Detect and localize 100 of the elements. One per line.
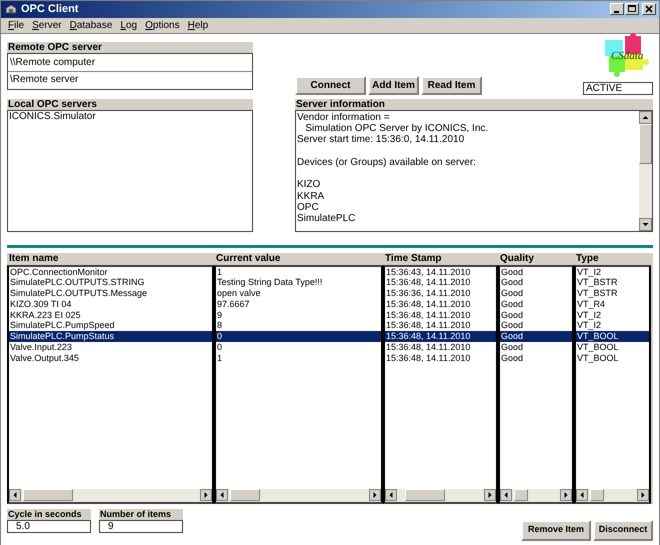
table-cell[interactable]: Good bbox=[500, 298, 572, 310]
scroll-right-icon[interactable] bbox=[369, 489, 381, 501]
table-cell[interactable]: SimulatePLC.PumpSpeed bbox=[9, 320, 212, 332]
table-cell[interactable]: Good bbox=[500, 277, 572, 288]
table-cell[interactable]: 15:36:48, 14.11.2010 bbox=[385, 320, 496, 332]
table-cell[interactable]: 15:36:36, 14.11.2010 bbox=[385, 288, 496, 299]
button[interactable]: Connect bbox=[295, 76, 366, 94]
table-cell[interactable]: VT_R4 bbox=[576, 298, 649, 310]
table-cell[interactable]: Good bbox=[500, 352, 572, 364]
column-list[interactable]: VT_I2 VT_BSTR VT_BSTR VT_R4 VT_I2 VT_I2 VT_BOOL VT_BOOL VT_BOOL bbox=[574, 264, 651, 504]
scroll-thumb[interactable] bbox=[23, 489, 73, 501]
table-cell[interactable]: 15:36:48, 14.11.2010 bbox=[385, 342, 496, 353]
table-cell[interactable]: VT_BOOL bbox=[576, 352, 649, 364]
maximize-button[interactable] bbox=[625, 3, 639, 16]
table-cell[interactable]: open valve bbox=[216, 288, 381, 299]
table-cell[interactable]: OPC.ConnectionMonitor bbox=[9, 266, 212, 278]
table-cell[interactable]: 15:36:48, 14.11.2010 bbox=[385, 352, 496, 364]
table-cell[interactable]: VT_BSTR bbox=[576, 288, 649, 299]
menu-item[interactable]: Server bbox=[32, 18, 62, 32]
table-cell[interactable]: SimulatePLC.OUTPUTS.Message bbox=[9, 288, 212, 299]
input-field[interactable]: 9 bbox=[99, 520, 183, 532]
table-cell[interactable]: 15:36:48, 14.11.2010 bbox=[385, 310, 496, 320]
table-cell[interactable]: Good bbox=[500, 342, 572, 353]
scroll-thumb[interactable] bbox=[590, 489, 604, 501]
scroll-thumb[interactable] bbox=[405, 489, 445, 501]
horizontal-scrollbar[interactable] bbox=[385, 488, 496, 502]
table-cell[interactable]: VT_I2 bbox=[576, 310, 649, 320]
horizontal-scrollbar[interactable] bbox=[500, 488, 572, 502]
scroll-thumb[interactable] bbox=[514, 489, 528, 501]
scroll-down-icon[interactable] bbox=[639, 218, 652, 230]
close-button[interactable] bbox=[642, 3, 656, 16]
column-header[interactable]: Item name bbox=[7, 252, 214, 264]
table-cell[interactable]: 8 bbox=[216, 320, 381, 332]
scroll-left-icon[interactable] bbox=[500, 489, 512, 501]
horizontal-scrollbar[interactable] bbox=[216, 488, 381, 502]
menu-item[interactable]: Help bbox=[188, 18, 208, 32]
table-cell[interactable]: 1 bbox=[216, 352, 381, 364]
scroll-right-icon[interactable] bbox=[637, 489, 649, 501]
table-cell[interactable]: Good bbox=[500, 331, 572, 342]
column-header[interactable]: Time Stamp bbox=[383, 252, 498, 264]
table-cell[interactable]: VT_I2 bbox=[576, 266, 649, 278]
table-cell[interactable]: 15:36:48, 14.11.2010 bbox=[385, 298, 496, 310]
scroll-left-icon[interactable] bbox=[9, 489, 21, 501]
group-header: Remote OPC server bbox=[7, 42, 253, 52]
button[interactable]: Remove Item bbox=[521, 520, 591, 540]
scroll-left-icon[interactable] bbox=[216, 489, 228, 501]
button[interactable]: Disconnect bbox=[593, 520, 653, 540]
table-cell[interactable]: VT_BOOL bbox=[576, 331, 649, 342]
table-cell[interactable]: Good bbox=[500, 320, 572, 332]
table-cell[interactable]: KKRA.223 EI 025 bbox=[9, 310, 212, 320]
vertical-scrollbar[interactable] bbox=[639, 110, 652, 230]
table-cell[interactable]: 1 bbox=[216, 266, 381, 278]
server-list[interactable]: ICONICS.Simulator bbox=[7, 110, 253, 232]
scroll-thumb[interactable] bbox=[639, 124, 652, 164]
scroll-up-icon[interactable] bbox=[639, 110, 652, 124]
table-cell[interactable]: KIZO.309 TI 04 bbox=[9, 298, 212, 310]
table-cell[interactable]: Good bbox=[500, 288, 572, 299]
table-cell[interactable]: 15:36:48, 14.11.2010 bbox=[385, 331, 496, 342]
input-field[interactable]: \\Remote computer bbox=[8, 54, 252, 72]
column-list[interactable]: 15:36:43, 14.11.2010 15:36:48, 14.11.2010 15:36:36, 14.11.2010 15:36:48, 14.11.2010 15:36:48, 14.11.2010 15:36:48, 14.11.2010 15:36:48, 14.11.2010 15:36:48, 14.11.2010 15:36:48, 14.11.2010 bbox=[383, 264, 498, 504]
minimize-button[interactable] bbox=[610, 3, 624, 16]
input-field[interactable]: 5.0 bbox=[7, 520, 91, 532]
menu-item[interactable]: Options bbox=[145, 18, 180, 32]
column-list[interactable]: 1 Testing String Data Type!!! open valve 97.6667 9 8 0 0 1 bbox=[214, 264, 383, 504]
horizontal-scrollbar[interactable] bbox=[576, 488, 649, 502]
horizontal-scrollbar[interactable] bbox=[9, 488, 212, 502]
menu-item[interactable]: Log bbox=[120, 18, 138, 32]
column-header[interactable]: Type bbox=[574, 252, 651, 264]
column-list[interactable]: Good Good Good Good Good Good Good Good Good bbox=[498, 264, 574, 504]
table-cell[interactable]: Valve.Output.345 bbox=[9, 352, 212, 364]
table-cell[interactable]: 15:36:43, 14.11.2010 bbox=[385, 266, 496, 278]
table-cell[interactable]: VT_BOOL bbox=[576, 342, 649, 353]
table-cell[interactable]: Testing String Data Type!!! bbox=[216, 277, 381, 288]
table-cell[interactable]: Good bbox=[500, 266, 572, 278]
table-cell[interactable]: 0 bbox=[216, 342, 381, 353]
column-list[interactable]: OPC.ConnectionMonitor SimulatePLC.OUTPUTS.STRING SimulatePLC.OUTPUTS.Message KIZO.309 TI 04 KKRA.223 EI 025 SimulatePLC.PumpSpeed SimulatePLC.PumpStatus Valve.Input.223 Valve.Output.345 bbox=[7, 264, 214, 504]
menu-item[interactable]: File bbox=[8, 18, 24, 32]
table-cell[interactable]: 9 bbox=[216, 310, 381, 320]
table-cell[interactable]: 97.6667 bbox=[216, 298, 381, 310]
scroll-thumb[interactable] bbox=[230, 489, 260, 501]
table-cell[interactable]: VT_BSTR bbox=[576, 277, 649, 288]
list-item[interactable]: ICONICS.Simulator bbox=[9, 110, 251, 122]
table-cell[interactable]: 15:36:48, 14.11.2010 bbox=[385, 277, 496, 288]
table-cell[interactable]: SimulatePLC.OUTPUTS.STRING bbox=[9, 277, 212, 288]
column-header[interactable]: Quality bbox=[498, 252, 574, 264]
input-field[interactable]: \Remote server bbox=[8, 72, 252, 88]
scroll-right-icon[interactable] bbox=[560, 489, 572, 501]
button[interactable]: Add Item bbox=[368, 76, 419, 94]
table-cell[interactable]: Valve.Input.223 bbox=[9, 342, 212, 353]
button[interactable]: Read Item bbox=[421, 76, 482, 94]
scroll-right-icon[interactable] bbox=[200, 489, 212, 501]
table-cell[interactable]: SimulatePLC.PumpStatus bbox=[9, 331, 212, 342]
table-cell[interactable]: Good bbox=[500, 310, 572, 320]
table-cell[interactable]: 0 bbox=[216, 331, 381, 342]
scroll-left-icon[interactable] bbox=[576, 489, 588, 501]
scroll-left-icon[interactable] bbox=[385, 489, 397, 501]
menu-item[interactable]: Database bbox=[70, 18, 112, 32]
column-header[interactable]: Current value bbox=[214, 252, 383, 264]
scroll-right-icon[interactable] bbox=[484, 489, 496, 501]
table-cell[interactable]: VT_I2 bbox=[576, 320, 649, 332]
